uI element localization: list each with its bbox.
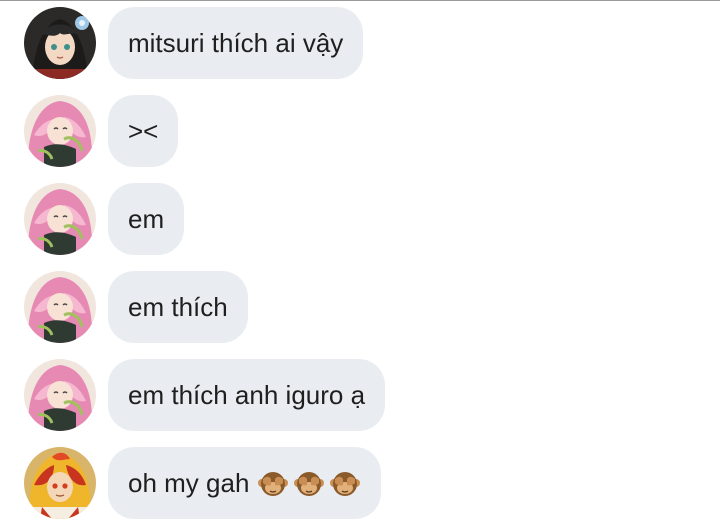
message-text: em thích anh iguro ạ	[128, 379, 366, 410]
message-text: ><	[128, 115, 159, 146]
see-no-evil-monkey-icon	[329, 467, 361, 499]
message-bubble[interactable]: em thích	[108, 271, 248, 343]
message-row: em	[24, 183, 185, 255]
message-row: oh my gah	[24, 447, 382, 519]
avatar-pink-hair[interactable]	[24, 95, 96, 167]
avatar-dark-hair[interactable]	[24, 7, 96, 79]
message-bubble[interactable]: em thích anh iguro ạ	[108, 359, 386, 431]
avatar-flame-hair[interactable]	[24, 447, 96, 519]
avatar-pink-hair[interactable]	[24, 359, 96, 431]
message-bubble[interactable]: oh my gah	[108, 447, 382, 519]
emoji-group	[257, 467, 361, 499]
avatar-pink-hair[interactable]	[24, 271, 96, 343]
message-bubble[interactable]: em	[108, 183, 185, 255]
message-bubble[interactable]: mitsuri thích ai vậy	[108, 7, 364, 79]
message-row: em thích	[24, 271, 248, 343]
see-no-evil-monkey-icon	[293, 467, 325, 499]
message-text: em thích	[128, 291, 228, 322]
message-row: ><	[24, 95, 179, 167]
message-text: oh my gah	[128, 467, 250, 498]
see-no-evil-monkey-icon	[257, 467, 289, 499]
top-divider	[0, 0, 720, 1]
message-bubble[interactable]: ><	[108, 95, 179, 167]
message-text: mitsuri thích ai vậy	[128, 27, 344, 58]
message-row: em thích anh iguro ạ	[24, 359, 386, 431]
message-text: em	[128, 203, 165, 234]
message-row: mitsuri thích ai vậy	[24, 7, 364, 79]
avatar-pink-hair[interactable]	[24, 183, 96, 255]
